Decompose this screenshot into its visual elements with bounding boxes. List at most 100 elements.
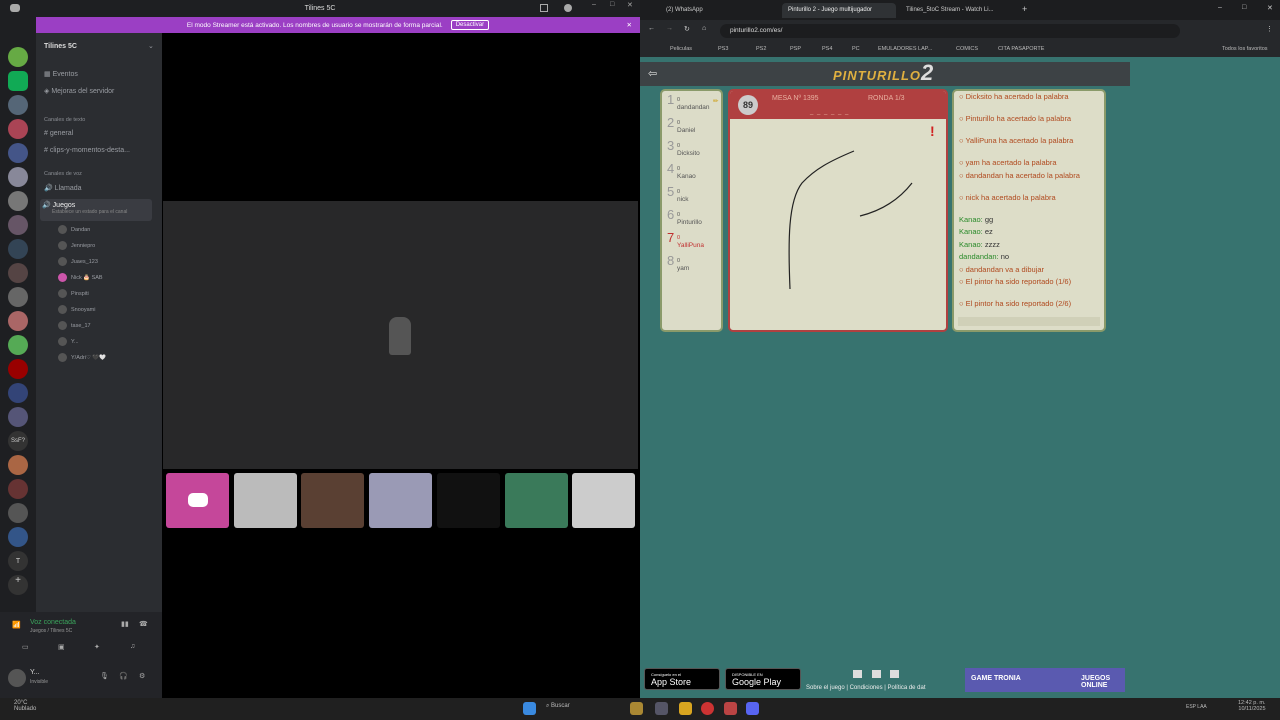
- search-box[interactable]: ⌕ Buscar: [546, 703, 570, 710]
- close-banner-icon[interactable]: ✕: [627, 21, 632, 29]
- soundboard-button[interactable]: ♫: [130, 643, 135, 650]
- voice-user[interactable]: Y/Adri♡ 🖤🤍: [58, 353, 106, 362]
- server-icon[interactable]: [8, 47, 28, 67]
- google-play-button[interactable]: DISPONIBLE EN Google Play: [725, 668, 801, 690]
- server-icon[interactable]: [8, 455, 28, 475]
- server-icon[interactable]: [8, 95, 28, 115]
- app-icon[interactable]: [655, 702, 668, 715]
- disconnect-icon[interactable]: ☎: [139, 620, 148, 628]
- app-icon[interactable]: [724, 702, 737, 715]
- gametronia-ad[interactable]: GAME TRONIA JUEGOS ONLINE: [965, 668, 1125, 692]
- app-store-button[interactable]: Consíguelo en el App Store: [644, 668, 720, 690]
- server-icon[interactable]: [8, 527, 28, 547]
- participant-tile[interactable]: [572, 473, 635, 528]
- close-button[interactable]: ✕: [1267, 4, 1273, 12]
- bookmark[interactable]: Todos los favoritos: [1222, 46, 1268, 52]
- server-icon[interactable]: [8, 359, 28, 379]
- screenshare-button[interactable]: ▭: [22, 643, 29, 651]
- help-icon[interactable]: [564, 4, 572, 12]
- headphones-icon[interactable]: 🎧: [119, 672, 128, 680]
- participant-tile[interactable]: [301, 473, 364, 528]
- bookmark[interactable]: CITA PASAPORTE: [998, 46, 1044, 52]
- tab-pinturillo[interactable]: Pinturillo 2 - Juego multijugador: [782, 3, 896, 18]
- voice-user[interactable]: Y...: [58, 337, 79, 346]
- server-icon[interactable]: [8, 191, 28, 211]
- maximize-button[interactable]: □: [610, 1, 614, 8]
- stream-view[interactable]: [163, 201, 638, 469]
- bookmark[interactable]: EMULADORES LAP...: [878, 46, 932, 52]
- footer-links[interactable]: Sobre el juego | Condiciones | Política …: [806, 685, 926, 691]
- server-icon[interactable]: [8, 311, 28, 331]
- minimize-button[interactable]: –: [1218, 4, 1222, 11]
- server-name[interactable]: Tilines 5C: [44, 43, 77, 50]
- server-icon[interactable]: [8, 287, 28, 307]
- voice-section-header[interactable]: Canales de voz: [44, 171, 82, 177]
- server-icon[interactable]: [8, 335, 28, 355]
- server-icon[interactable]: [8, 167, 28, 187]
- bookmark[interactable]: PS4: [822, 46, 832, 52]
- minimize-button[interactable]: –: [592, 1, 596, 8]
- server-icon[interactable]: [8, 215, 28, 235]
- x-icon[interactable]: [890, 670, 899, 678]
- server-icon[interactable]: SsF?: [8, 431, 28, 451]
- participant-tile[interactable]: [369, 473, 432, 528]
- youtube-icon[interactable]: [853, 670, 862, 678]
- user-name[interactable]: Y...: [30, 669, 40, 676]
- server-icon[interactable]: [8, 407, 28, 427]
- participant-tile[interactable]: [437, 473, 500, 528]
- facebook-icon[interactable]: [872, 670, 881, 678]
- participant-tile[interactable]: [234, 473, 297, 528]
- voice-user[interactable]: Dandan: [58, 225, 90, 234]
- back-icon[interactable]: ←: [648, 25, 655, 32]
- inbox-icon[interactable]: [540, 4, 548, 12]
- activities-button[interactable]: ✦: [94, 643, 100, 651]
- discord-icon[interactable]: [746, 702, 759, 715]
- drawing-canvas[interactable]: 89 MESA Nº 1395 RONDA 1/3 _ _ _ _ _ _ !: [728, 89, 948, 332]
- voice-channel-llamada[interactable]: 🔊 Llamada: [44, 184, 82, 192]
- weather-widget[interactable]: 20°C Nublado: [14, 700, 36, 712]
- close-button[interactable]: ✕: [627, 1, 633, 9]
- start-icon[interactable]: [523, 702, 536, 715]
- voice-user[interactable]: tase_17: [58, 321, 91, 330]
- clock[interactable]: 12:42 p. m. 10/11/2025: [1238, 700, 1266, 712]
- voice-user[interactable]: Jenniepro: [58, 241, 95, 250]
- server-icon[interactable]: [8, 239, 28, 259]
- server-icon[interactable]: [8, 383, 28, 403]
- menu-icon[interactable]: ⋮: [1266, 25, 1273, 33]
- exit-game-icon[interactable]: ⇦: [648, 67, 657, 80]
- bookmark[interactable]: PS2: [756, 46, 766, 52]
- waveform-icon[interactable]: ▮▮: [121, 620, 129, 628]
- server-icon[interactable]: [8, 71, 28, 91]
- voice-user[interactable]: Pinspiti: [58, 289, 89, 298]
- tab-whatsapp[interactable]: (2) WhatsApp: [660, 3, 778, 18]
- camera-button[interactable]: ▣: [58, 643, 65, 651]
- gear-icon[interactable]: ⚙: [139, 672, 145, 680]
- voice-channel-juegos[interactable]: 🔊 Juegos Establece un estado para el cana…: [40, 199, 152, 221]
- voice-user[interactable]: Nick 🎂 SAB: [58, 273, 103, 282]
- chat-input[interactable]: [958, 317, 1100, 326]
- participant-tile[interactable]: [166, 473, 229, 528]
- forward-icon[interactable]: →: [666, 25, 673, 32]
- maximize-button[interactable]: □: [1242, 4, 1246, 11]
- language-indicator[interactable]: ESP LAA: [1186, 704, 1207, 710]
- boosts-item[interactable]: ◈ Mejoras del servidor: [44, 87, 114, 95]
- disable-streamer-button[interactable]: Desactivar: [450, 20, 490, 30]
- participant-tile[interactable]: [505, 473, 568, 528]
- microphone-icon[interactable]: 🎙: [100, 672, 109, 680]
- bookmark[interactable]: PC: [852, 46, 860, 52]
- bookmark[interactable]: COMICS: [956, 46, 978, 52]
- channel-general[interactable]: # general: [44, 130, 73, 137]
- address-bar[interactable]: pinturillo2.com/es/: [720, 24, 1180, 38]
- new-tab-button[interactable]: +: [1022, 4, 1027, 14]
- bookmark[interactable]: Peliculas: [670, 46, 692, 52]
- voice-user[interactable]: Snooyami: [58, 305, 95, 314]
- events-item[interactable]: ▦ Eventos: [44, 70, 78, 78]
- channel-clips[interactable]: # clips-y-momentos-desta...: [44, 147, 130, 154]
- server-icon[interactable]: [8, 479, 28, 499]
- bookmark[interactable]: PSP: [790, 46, 801, 52]
- text-section-header[interactable]: Canales de texto: [44, 117, 85, 123]
- server-icon[interactable]: [8, 143, 28, 163]
- app-icon[interactable]: [630, 702, 643, 715]
- chrome-icon[interactable]: [701, 702, 714, 715]
- voice-user[interactable]: Juaes_123: [58, 257, 98, 266]
